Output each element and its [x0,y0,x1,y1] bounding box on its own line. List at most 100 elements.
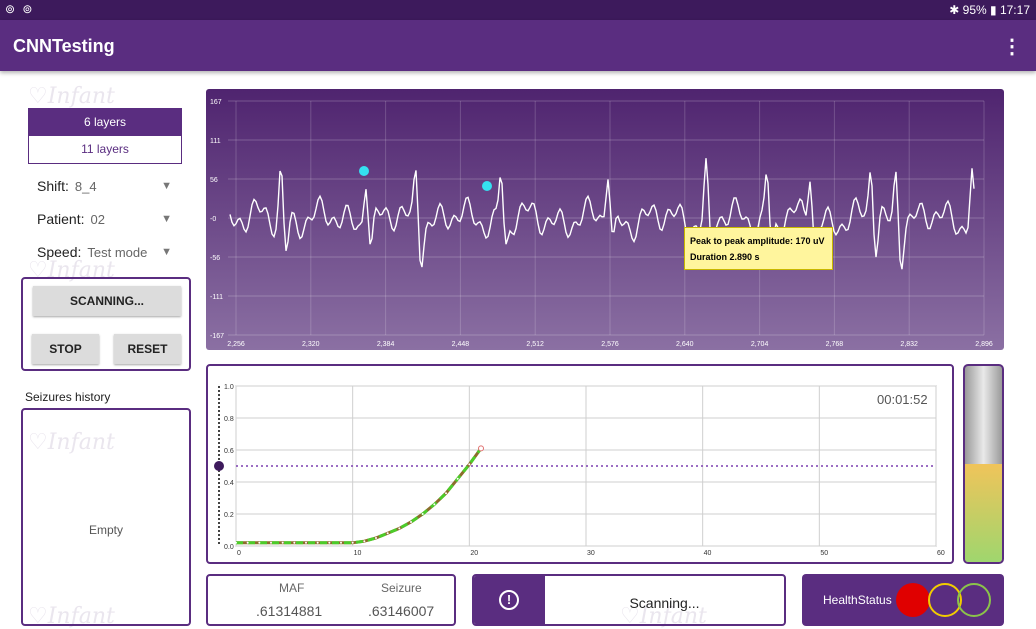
scan-status-bar: ! Scanning... [472,574,786,626]
alert-circle-icon: ! [474,576,545,624]
health-status-label: HealthStatus [823,593,892,607]
app-bar: CNNTesting ⋮ [0,20,1036,71]
data-point [351,541,354,544]
stats-panel: MAF Seizure .61314881 .63146007 [206,574,456,626]
prob-x-tick: 20 [470,550,478,557]
health-dot-red [896,583,930,617]
reset-button[interactable]: RESET [114,334,181,364]
layers-option-11[interactable]: 11 layers [29,136,181,163]
data-point [445,492,447,495]
data-point [456,477,459,480]
probability-line [236,447,483,545]
speed-select[interactable]: Speed: Test mode ▼ [37,244,172,260]
prob-x-tick: 40 [704,550,712,557]
prob-x-tick: 50 [820,550,828,557]
eeg-x-tick: 2,640 [676,341,694,348]
data-point [363,540,366,543]
more-vert-icon[interactable]: ⋮ [1002,34,1022,59]
data-point [421,513,424,515]
data-point [340,541,342,544]
seizures-history-list[interactable]: Empty [21,408,191,626]
eeg-x-tick: 2,576 [601,341,619,348]
probability-chart-svg: 0.0 0.2 0.4 0.6 0.8 1.0 0 10 20 30 40 50 60 [214,384,945,557]
patient-value: 02 [90,212,105,227]
prob-y-tick: 1.0 [224,384,234,391]
data-point [305,541,307,544]
stop-button[interactable]: STOP [32,334,99,364]
probability-chart: 0.0 0.2 0.4 0.6 0.8 1.0 0 10 20 30 40 50 60 [206,364,954,564]
eeg-chart[interactable]: 167 111 56 -0 -56 -111 -167 2,256 2,320 2,384 2,44… [206,89,1004,350]
chevron-down-icon: ▼ [161,213,172,225]
layers-option-6[interactable]: 6 layers [29,109,181,136]
prob-x-tick: 10 [354,550,362,557]
data-point [316,541,319,544]
data-point [398,527,401,530]
prob-x-tick: 30 [587,550,595,557]
maf-label: MAF [279,581,305,595]
patient-label: Patient: [37,211,85,227]
tooltip-amplitude: Peak to peak amplitude: 170 uV [690,236,825,246]
eeg-y-tick: -56 [210,255,220,262]
eeg-x-tick: 2,320 [302,341,320,348]
prob-y-tick: 0.6 [224,448,234,455]
eeg-x-tick: 2,256 [227,341,245,348]
status-right: ✱ 95% ▮ 17:17 [949,3,1030,17]
eeg-x-tick: 2,512 [526,341,544,348]
data-point [328,541,331,544]
eeg-chart-svg: 167 111 56 -0 -56 -111 -1672,256 2,320 2,384 2,44… [210,99,993,348]
eeg-y-tick: -167 [210,333,224,340]
eeg-y-tick: 56 [210,177,218,184]
seizure-label: Seizure [381,581,422,595]
layers-selector: 6 layers 11 layers [28,108,182,164]
eeg-y-tick: -0 [210,216,216,223]
data-point [375,537,377,539]
threshold-slider-thumb [214,461,224,471]
chevron-down-icon: ▼ [161,180,172,192]
data-point [258,541,261,544]
status-bar: ⊚ ⊚ ✱ 95% ▮ 17:17 [0,0,1036,20]
eeg-x-tick: 2,384 [377,341,395,348]
eeg-y-tick: 111 [210,138,221,145]
speed-label: Speed: [37,244,82,260]
watermark-logo: ♡Infant [28,84,115,109]
eeg-x-tick: 2,448 [452,341,470,348]
prob-x-tick: 60 [937,550,945,557]
prob-y-tick: 0.0 [224,544,234,551]
eeg-tooltip: Peak to peak amplitude: 170 uV Duration … [684,227,833,270]
eeg-x-tick: 2,704 [751,341,769,348]
data-point [246,541,249,544]
status-left-icons: ⊚ ⊚ [5,2,35,16]
data-point [270,541,272,544]
last-point-marker [478,445,484,452]
scanning-button[interactable]: SCANNING... [33,286,181,316]
shift-value: 8_4 [74,179,97,194]
patient-select[interactable]: Patient: 02 ▼ [37,211,172,227]
prob-y-tick: 0.8 [224,416,234,423]
shift-label: Shift: [37,178,69,194]
shift-select[interactable]: Shift: 8_4 ▼ [37,178,172,194]
prob-y-tick: 0.4 [224,480,234,487]
elapsed-timer: 00:01:52 [877,392,928,407]
data-point [281,541,284,544]
eeg-x-tick: 2,768 [826,341,844,348]
level-gauge [963,364,1004,564]
prob-x-tick: 0 [237,550,241,557]
control-panel: SCANNING... STOP RESET [21,277,191,371]
prob-y-tick: 0.2 [224,512,234,519]
health-dot-green [957,583,991,617]
eeg-x-tick: 2,832 [900,341,918,348]
eeg-y-tick: -111 [210,294,223,301]
data-point [468,463,471,466]
data-point [293,541,296,544]
app-title: CNNTesting [13,36,115,56]
seizures-history-title: Seizures history [25,390,111,404]
peak-marker [482,181,492,191]
peak-marker [359,166,369,176]
eeg-y-tick: 167 [210,99,222,106]
data-point [410,521,412,523]
gauge-fill [965,464,1002,562]
seizure-value: .63146007 [368,603,435,619]
maf-value: .61314881 [256,603,323,619]
scan-status-text: Scanning... [629,595,700,611]
eeg-x-tick: 2,896 [975,341,993,348]
